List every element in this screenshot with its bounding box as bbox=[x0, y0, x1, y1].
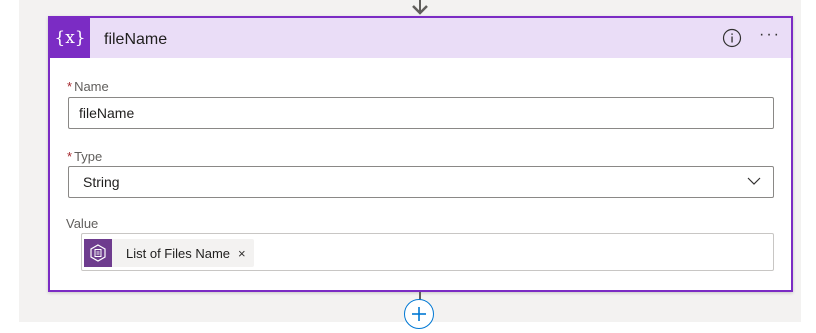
value-label-text: Value bbox=[66, 216, 99, 231]
info-icon[interactable] bbox=[722, 28, 742, 48]
token-remove-button[interactable]: × bbox=[238, 246, 246, 261]
value-input[interactable]: List of Files Name × bbox=[81, 233, 774, 271]
required-marker: * bbox=[67, 79, 73, 94]
name-input[interactable] bbox=[68, 97, 774, 129]
flow-designer-canvas: {x} fileName ··· *Name *Type String V bbox=[0, 0, 816, 331]
initialize-variable-card: {x} fileName ··· *Name *Type String V bbox=[48, 16, 793, 292]
type-label: * Type bbox=[67, 149, 102, 164]
ellipsis-icon[interactable]: ··· bbox=[758, 26, 782, 50]
add-step-button[interactable] bbox=[404, 299, 434, 329]
chevron-down-icon bbox=[747, 177, 761, 185]
sharepoint-file-icon bbox=[84, 239, 112, 267]
type-label-text: Type bbox=[74, 149, 103, 164]
name-label-text: Name bbox=[74, 79, 109, 94]
token-label: List of Files Name bbox=[126, 245, 231, 261]
value-label: Value bbox=[66, 216, 98, 231]
plus-icon bbox=[412, 307, 426, 321]
variable-icon: {x} bbox=[50, 18, 90, 58]
card-header[interactable]: {x} fileName ··· bbox=[50, 18, 791, 58]
name-label: * Name bbox=[67, 79, 109, 94]
required-marker: * bbox=[67, 149, 73, 164]
dynamic-content-token[interactable]: List of Files Name × bbox=[84, 239, 254, 267]
card-title: fileName bbox=[104, 31, 168, 48]
connector-arrow-icon bbox=[412, 5, 428, 15]
type-dropdown[interactable]: String bbox=[68, 166, 774, 198]
type-selected-value: String bbox=[83, 174, 120, 190]
